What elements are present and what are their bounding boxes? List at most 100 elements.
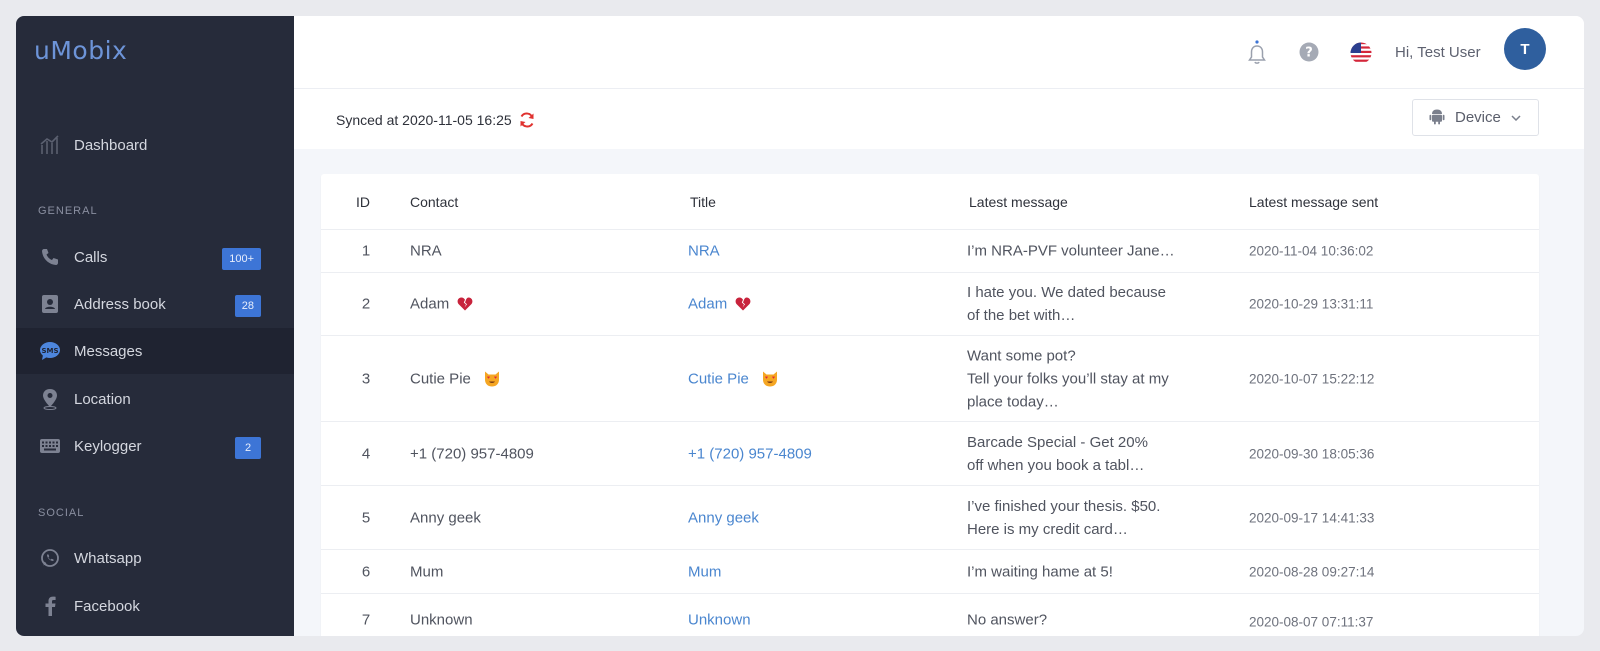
table-row[interactable]: 3 Cutie Pie Cutie Pie Want some pot? Tel…	[321, 336, 1539, 422]
table-row[interactable]: 7 Unknown Unknown No answer? 2020-08-07 …	[321, 594, 1539, 636]
messages-table: ID Contact Title Latest message Latest m…	[321, 174, 1539, 636]
column-header-contact[interactable]: Contact	[410, 194, 458, 210]
message-line: No answer?	[967, 611, 1048, 629]
top-bar: ? Hi, Test User T	[294, 16, 1584, 89]
row-contact-text: Cutie Pie	[410, 370, 471, 387]
row-title-link[interactable]: Adam	[688, 296, 751, 313]
sms-bubble-icon: SMS	[38, 339, 62, 363]
column-header-id[interactable]: ID	[356, 194, 370, 210]
row-contact: Mum	[410, 563, 443, 580]
message-line: I’ve finished your thesis. $50.	[967, 497, 1161, 515]
row-title-text: Anny geek	[688, 509, 759, 526]
row-id: 1	[361, 242, 371, 260]
row-title-text: NRA	[688, 242, 720, 260]
main-content: ? Hi, Test User T Synced at 2020-11-05 1…	[294, 16, 1584, 636]
cat-heart-eyes-emoji	[483, 370, 501, 387]
row-sent: 2020-10-07 15:22:12	[1249, 371, 1375, 386]
row-contact-text: Unknown	[410, 611, 473, 629]
refresh-icon[interactable]	[518, 111, 536, 129]
row-message: Want some pot? Tell your folks you’ll st…	[967, 344, 1207, 413]
message-line: I’m NRA-PVF volunteer Jane…	[967, 242, 1175, 260]
column-header-latest-message[interactable]: Latest message	[969, 194, 1068, 210]
row-id: 2	[361, 295, 371, 313]
whatsapp-icon	[38, 546, 62, 570]
android-icon	[1429, 107, 1445, 129]
sidebar-item-label: Messages	[74, 342, 143, 360]
app-logo[interactable]: uMobix	[34, 36, 127, 65]
row-title-link[interactable]: Anny geek	[688, 509, 759, 526]
facebook-icon	[38, 594, 62, 618]
row-contact-text: NRA	[410, 242, 442, 260]
avatar[interactable]: T	[1504, 28, 1546, 70]
row-contact-text: Adam	[410, 295, 450, 313]
sidebar-item-dashboard[interactable]: Dashboard	[16, 122, 294, 168]
sidebar-item-address-book[interactable]: Address book 28	[16, 281, 294, 327]
sidebar-item-keylogger[interactable]: Keylogger 2	[16, 423, 294, 469]
message-line: I’m waiting hame at 5!	[967, 563, 1113, 580]
row-contact: Anny geek	[410, 509, 481, 526]
map-pin-icon	[38, 387, 62, 411]
sidebar-item-messages[interactable]: SMS Messages	[16, 328, 294, 374]
count-badge: 28	[234, 295, 261, 317]
message-line: Want some pot?	[967, 347, 1076, 364]
table-row[interactable]: 4 +1 (720) 957-4809 +1 (720) 957-4809 Ba…	[321, 422, 1539, 486]
row-sent: 2020-10-29 13:31:11	[1249, 296, 1374, 312]
row-title-link[interactable]: Mum	[688, 563, 721, 580]
phone-icon	[38, 245, 62, 269]
table-row[interactable]: 1 NRA NRA I’m NRA-PVF volunteer Jane… 20…	[321, 230, 1539, 273]
bell-icon[interactable]	[1248, 40, 1266, 71]
row-sent: 2020-08-07 07:11:37	[1249, 614, 1374, 630]
table-row[interactable]: 5 Anny geek Anny geek I’ve finished your…	[321, 486, 1539, 550]
section-label-general: GENERAL	[38, 205, 98, 217]
sidebar-item-label: Calls	[74, 248, 108, 266]
row-id: 4	[361, 445, 371, 462]
row-title-link[interactable]: Unknown	[688, 612, 751, 629]
row-id: 6	[361, 563, 371, 580]
row-title-link[interactable]: Cutie Pie	[688, 370, 779, 387]
sidebar-item-calls[interactable]: Calls 100+	[16, 234, 294, 280]
row-title-link[interactable]: NRA	[688, 243, 720, 260]
sidebar-item-facebook[interactable]: Facebook	[16, 583, 294, 629]
sidebar-item-location[interactable]: Location	[16, 376, 294, 422]
row-contact-text: Mum	[410, 563, 444, 580]
message-line: I hate you. We dated because	[967, 284, 1167, 301]
app-window: uMobix Dashboard GENERAL Calls 100+ Addr…	[16, 16, 1584, 636]
row-contact-text: +1 (720) 957-4809	[410, 445, 534, 462]
section-label-social: SOCIAL	[38, 507, 85, 519]
bar-chart-icon	[38, 133, 62, 157]
row-sent: 2020-09-30 18:05:36	[1249, 446, 1375, 461]
column-header-latest-message-sent[interactable]: Latest message sent	[1249, 194, 1378, 210]
us-flag-icon[interactable]	[1350, 42, 1372, 69]
sync-status-text: Synced at 2020-11-05 16:25	[336, 112, 512, 128]
sidebar-item-whatsapp[interactable]: Whatsapp	[16, 535, 294, 581]
device-dropdown-label: Device	[1455, 109, 1501, 126]
row-id: 7	[361, 611, 371, 629]
help-circle-icon[interactable]: ?	[1299, 42, 1319, 67]
row-sent: 2020-11-04 10:36:02	[1249, 243, 1374, 259]
broken-heart-emoji	[735, 297, 751, 312]
table-row[interactable]: 2 Adam Adam I hate you. We dated because…	[321, 273, 1539, 336]
sidebar-item-label: Keylogger	[74, 437, 142, 455]
row-message: I hate you. We dated because of the bet …	[967, 281, 1207, 327]
message-line: Tell your folks you’ll stay at my	[967, 370, 1169, 387]
broken-heart-emoji	[457, 297, 473, 312]
message-line: place today…	[967, 393, 1059, 410]
sidebar-item-label: Facebook	[74, 597, 140, 615]
table-row[interactable]: 6 Mum Mum I’m waiting hame at 5! 2020-08…	[321, 550, 1539, 594]
keyboard-icon	[38, 434, 62, 458]
cat-heart-eyes-emoji	[761, 370, 779, 387]
sidebar-item-label: Whatsapp	[74, 549, 142, 567]
row-message: Barcade Special - Get 20% off when you b…	[967, 431, 1207, 477]
sidebar: uMobix Dashboard GENERAL Calls 100+ Addr…	[16, 16, 294, 636]
row-title-link[interactable]: +1 (720) 957-4809	[688, 445, 812, 462]
device-dropdown[interactable]: Device	[1412, 99, 1539, 136]
row-title-text: Cutie Pie	[688, 370, 749, 387]
column-header-title[interactable]: Title	[690, 194, 716, 210]
sidebar-item-label: Dashboard	[74, 136, 148, 154]
table-header: ID Contact Title Latest message Latest m…	[321, 174, 1539, 230]
message-line: Barcade Special - Get 20%	[967, 433, 1148, 451]
row-sent: 2020-09-17 14:41:33	[1249, 510, 1375, 525]
row-id: 3	[361, 370, 371, 387]
row-contact: NRA	[410, 243, 442, 260]
row-title-text: Unknown	[688, 611, 751, 629]
